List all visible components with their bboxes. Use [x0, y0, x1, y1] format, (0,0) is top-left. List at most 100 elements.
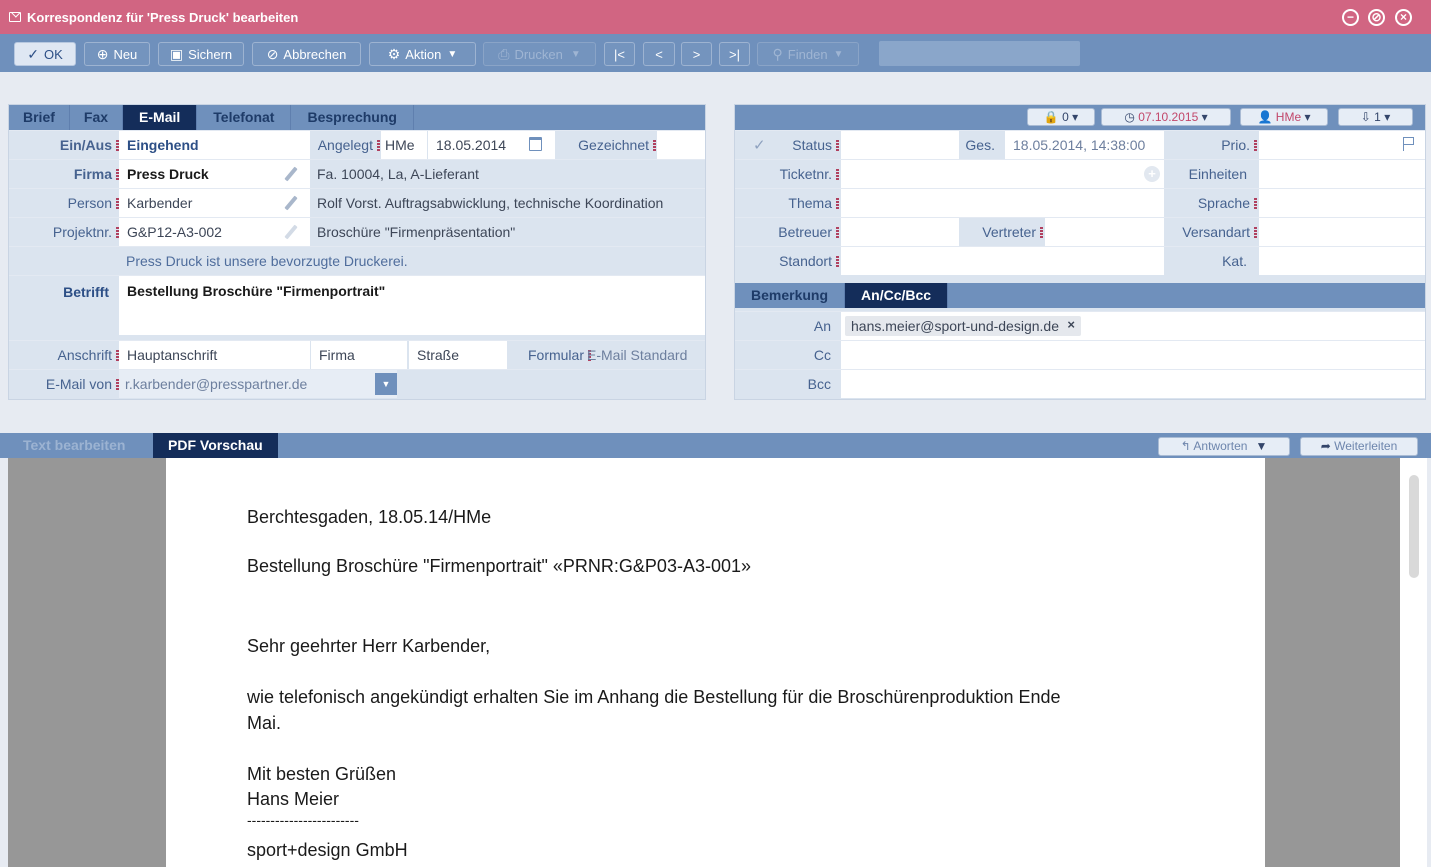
status-field[interactable] — [841, 131, 959, 159]
betreuer-field[interactable] — [841, 218, 959, 246]
last-icon: >| — [729, 46, 740, 62]
emailvon-select[interactable]: r.karbender@presspartner.de — [119, 370, 397, 398]
firma-field[interactable]: Press Druck — [119, 160, 310, 188]
cc-field[interactable] — [841, 341, 1425, 369]
recipient-chip[interactable]: hans.meier@sport-und-design.de × — [845, 316, 1081, 336]
find-button[interactable]: ⚲ Finden ▼ — [757, 42, 859, 66]
bcc-label: Bcc — [807, 376, 831, 392]
an-field[interactable]: hans.meier@sport-und-design.de × — [841, 312, 1425, 340]
chevron-down-icon: ▼ — [570, 48, 581, 60]
anschrift-firma-field[interactable]: Firma — [311, 341, 407, 369]
betrifft-field[interactable]: Bestellung Broschüre "Firmenportrait" — [119, 276, 705, 335]
tab-text-bearbeiten[interactable]: Text bearbeiten — [8, 433, 140, 458]
first-record-button[interactable]: |< — [604, 42, 635, 66]
tab-email[interactable]: E-Mail — [123, 105, 198, 130]
remove-recipient-icon[interactable]: × — [1067, 317, 1075, 332]
tab-bemerkung[interactable]: Bemerkung — [735, 283, 846, 308]
chevron-right-icon: > — [692, 46, 701, 62]
cancel-button[interactable]: ⊘ Abbrechen — [252, 42, 361, 66]
gear-icon: ⚙ — [387, 45, 401, 62]
einheiten-field[interactable] — [1259, 160, 1425, 188]
ticket-field[interactable] — [841, 160, 1164, 188]
new-button[interactable]: ⊕ Neu — [84, 42, 150, 66]
betreuer-label: Betreuer — [735, 224, 839, 240]
download-dropdown[interactable]: ⇩ 1 ▾ — [1338, 108, 1413, 126]
projekt-row: Projektnr. G&P12-A3-002 Broschüre "Firme… — [9, 217, 705, 246]
einaus-field[interactable]: Eingehend — [119, 131, 310, 159]
window-title: Korrespondenz für 'Press Druck' bearbeit… — [27, 9, 299, 25]
angelegt-label: Angelegt — [310, 137, 380, 153]
chevron-down-icon: ▼ — [1255, 439, 1268, 453]
firma-info: Fa. 10004, La, A-Lieferant — [317, 166, 479, 182]
an-label: An — [813, 318, 831, 334]
scrollbar[interactable] — [1409, 475, 1419, 578]
kat-field[interactable] — [1259, 247, 1425, 275]
forward-button[interactable]: ➦ Weiterleiten — [1300, 437, 1418, 456]
emailvon-label: E-Mail von — [9, 376, 119, 392]
next-record-button[interactable]: > — [681, 42, 712, 66]
anschrift-field[interactable]: Hauptanschrift — [119, 341, 310, 369]
sprache-field[interactable] — [1259, 189, 1425, 217]
tab-brief[interactable]: Brief — [9, 105, 70, 130]
projekt-info: Broschüre "Firmenpräsentation" — [317, 224, 516, 240]
doc-line: Berchtesgaden, 18.05.14/HMe — [247, 507, 492, 527]
reply-icon: ↰ — [1180, 439, 1191, 453]
formular-label: Formular — [507, 347, 591, 363]
close-icon[interactable]: × — [1395, 9, 1412, 26]
tab-fax[interactable]: Fax — [70, 105, 124, 130]
vertreter-field[interactable] — [1045, 218, 1164, 246]
formular-value[interactable]: E-Mail Standard — [587, 347, 687, 363]
thema-field[interactable] — [841, 189, 1164, 217]
search-input[interactable] — [879, 41, 1080, 66]
doc-line: sport+design GmbH — [247, 840, 408, 860]
dropdown-toggle-icon[interactable]: ▼ — [375, 373, 397, 395]
date-dropdown[interactable]: ◷ 07.10.2015 ▾ — [1101, 108, 1231, 126]
previous-record-button[interactable]: < — [643, 42, 675, 66]
gezeichnet-label: Gezeichnet — [557, 137, 656, 153]
cc-label: Cc — [813, 347, 831, 363]
anschrift-row: Anschrift Hauptanschrift Firma Straße Fo… — [9, 340, 705, 369]
person-field[interactable]: Karbender — [119, 189, 310, 217]
correspondence-type-tabs: Brief Fax E-Mail Telefonat Besprechung — [9, 105, 705, 130]
plus-circle-icon: ⊕ — [96, 45, 109, 62]
einheiten-label: Einheiten — [1188, 166, 1247, 182]
ok-button[interactable]: ✓ OK — [14, 42, 76, 66]
minimize-icon[interactable]: − — [1342, 9, 1359, 26]
standort-field[interactable] — [841, 247, 1164, 275]
reply-button[interactable]: ↰ Antworten ▼ — [1158, 437, 1290, 456]
doc-line: Sehr geehrter Herr Karbender, — [247, 636, 491, 656]
gezeichnet-field[interactable] — [657, 131, 705, 159]
angelegt-user-field[interactable]: HMe — [381, 131, 427, 159]
title-bar: Korrespondenz für 'Press Druck' bearbeit… — [0, 0, 1431, 34]
flag-icon[interactable] — [1403, 137, 1415, 151]
user-dropdown[interactable]: 👤 HMe ▾ — [1240, 108, 1328, 126]
versandart-field[interactable] — [1259, 218, 1425, 246]
vertreter-label: Vertreter — [959, 224, 1043, 240]
action-button[interactable]: ⚙ Aktion ▼ — [369, 42, 476, 66]
tab-an-cc-bcc[interactable]: An/Cc/Bcc — [845, 283, 949, 308]
calendar-icon[interactable] — [529, 137, 542, 151]
bcc-row: Bcc — [735, 369, 1425, 398]
firma-label: Firma — [9, 166, 119, 182]
betreuer-row: Betreuer Vertreter Versandart — [735, 217, 1425, 246]
angelegt-date-field[interactable]: 18.05.2014 — [428, 131, 555, 159]
ges-label: Ges. — [965, 137, 995, 153]
tab-pdf-vorschau[interactable]: PDF Vorschau — [153, 433, 278, 458]
search-icon: ⚲ — [772, 45, 783, 62]
bcc-field[interactable] — [841, 370, 1425, 398]
strasse-field[interactable]: Straße — [409, 341, 507, 369]
add-ticket-icon[interactable]: + — [1144, 166, 1160, 182]
tab-besprechung[interactable]: Besprechung — [291, 105, 414, 130]
preview-tabbar: Text bearbeiten PDF Vorschau ↰ Antworten… — [0, 433, 1431, 458]
prio-field[interactable] — [1259, 131, 1425, 159]
prio-label: Prio. — [1165, 137, 1257, 153]
print-button[interactable]: ⎙ Drucken ▼ — [483, 42, 596, 66]
save-button[interactable]: ▣ Sichern — [158, 42, 244, 66]
projekt-field[interactable]: G&P12-A3-002 — [119, 218, 310, 246]
lock-dropdown[interactable]: 🔒 0 ▾ — [1027, 108, 1095, 126]
last-record-button[interactable]: >| — [719, 42, 750, 66]
maximize-icon[interactable]: ⊘ — [1368, 9, 1385, 26]
einaus-row: Ein/Aus Eingehend Angelegt HMe 18.05.201… — [9, 130, 705, 159]
user-icon: 👤 — [1257, 110, 1273, 124]
tab-telefonat[interactable]: Telefonat — [197, 105, 292, 130]
